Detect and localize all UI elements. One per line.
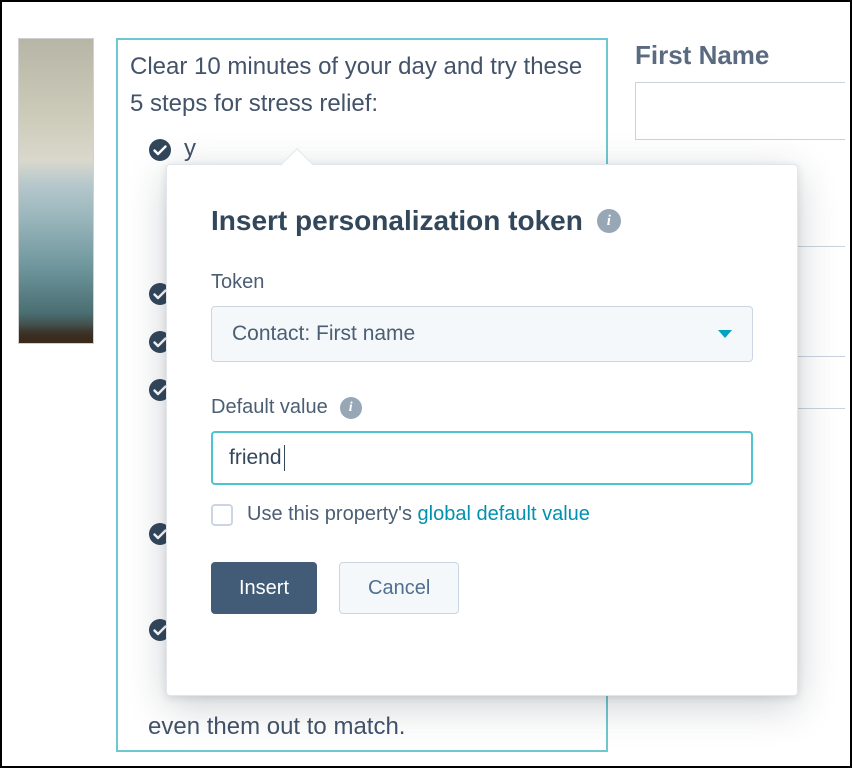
cancel-button[interactable]: Cancel xyxy=(339,562,459,614)
token-select[interactable]: Contact: First name xyxy=(211,306,753,362)
editor-trailing-text: even them out to match. xyxy=(128,706,596,745)
default-value-text: friend xyxy=(229,446,282,470)
token-select-value: Contact: First name xyxy=(232,322,415,346)
list-text: y xyxy=(184,130,596,167)
global-default-link[interactable]: global default value xyxy=(418,503,590,525)
text-caret xyxy=(284,445,286,471)
insert-personalization-token-popover: Insert personalization token i Token Con… xyxy=(166,164,798,696)
content-thumbnail xyxy=(18,38,94,344)
checkbox-label: Use this property's global default value xyxy=(247,503,590,526)
chevron-down-icon xyxy=(718,330,732,338)
popover-header: Insert personalization token i xyxy=(211,205,753,237)
info-icon[interactable]: i xyxy=(597,209,621,233)
default-value-input[interactable]: friend xyxy=(211,431,753,485)
global-default-checkbox-row[interactable]: Use this property's global default value xyxy=(211,503,753,526)
popover-title: Insert personalization token xyxy=(211,205,583,237)
first-name-label: First Name xyxy=(635,40,769,71)
info-icon[interactable]: i xyxy=(340,397,362,419)
check-circle-icon xyxy=(148,138,172,162)
token-label: Token xyxy=(211,271,753,294)
checkbox[interactable] xyxy=(211,504,233,526)
default-value-label: Default value xyxy=(211,396,328,419)
editor-lead-text: Clear 10 minutes of your day and try the… xyxy=(128,48,596,128)
app-frame: Clear 10 minutes of your day and try the… xyxy=(0,0,852,768)
popover-actions: Insert Cancel xyxy=(211,562,753,614)
first-name-input[interactable] xyxy=(635,82,845,140)
insert-button[interactable]: Insert xyxy=(211,562,317,614)
